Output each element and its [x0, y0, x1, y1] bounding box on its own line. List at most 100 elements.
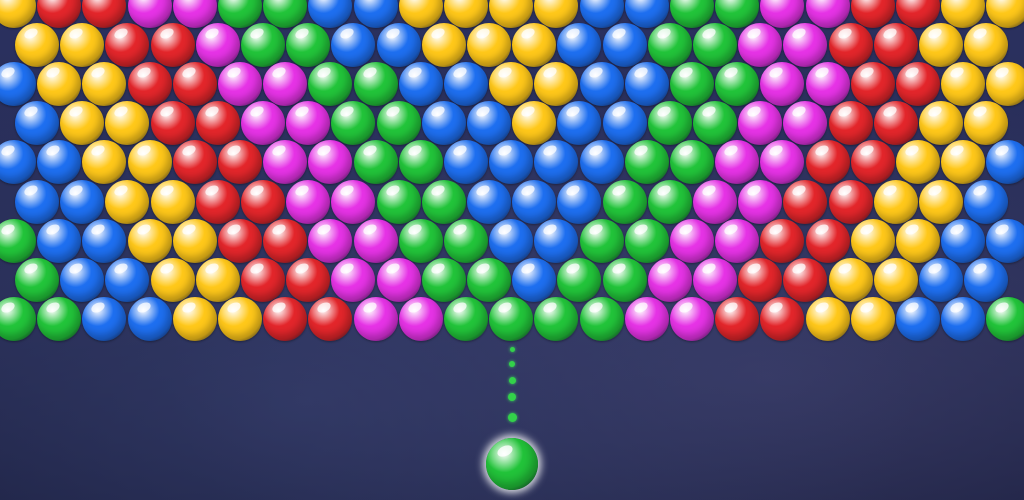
bubble-magenta: [263, 62, 308, 107]
bubble-blue: [964, 257, 1009, 302]
bubble-red: [873, 23, 918, 68]
bubble-yellow: [195, 257, 240, 302]
bubble-green: [353, 62, 398, 107]
bubble-blue: [105, 257, 150, 302]
bubble-green: [602, 257, 647, 302]
bubble-yellow: [919, 179, 963, 224]
bubble-blue: [0, 62, 36, 107]
bubble-yellow: [896, 218, 940, 263]
bubble-yellow: [150, 179, 195, 224]
bubble-yellow: [941, 140, 986, 185]
bubble-green: [376, 101, 421, 146]
bubble-blue: [37, 218, 82, 263]
shooter-bubble[interactable]: [486, 438, 538, 490]
bubble-yellow: [82, 62, 127, 107]
bubble-red: [715, 296, 760, 341]
bubble-magenta: [670, 296, 714, 341]
bubble-green: [15, 257, 59, 302]
bubble-yellow: [512, 101, 557, 146]
bubble-yellow: [986, 62, 1024, 107]
bubble-blue: [376, 23, 421, 68]
game-board[interactable]: [0, 0, 1024, 500]
bubble-blue: [557, 179, 602, 224]
bubble-red: [873, 101, 918, 146]
bubble-red: [828, 179, 873, 224]
bubble-blue: [444, 62, 488, 107]
bubble-yellow: [873, 257, 918, 302]
bubble-red: [308, 296, 353, 341]
bubble-red: [805, 218, 850, 263]
bubble-yellow: [60, 101, 105, 146]
bubble-yellow: [489, 62, 534, 107]
bubble-yellow: [805, 296, 850, 341]
bubble-blue: [0, 140, 36, 185]
bubble-red: [105, 23, 150, 68]
bubble-yellow: [941, 62, 986, 107]
bubble-magenta: [715, 140, 760, 185]
bubble-green: [489, 296, 534, 341]
bubble-yellow: [127, 218, 172, 263]
bubble-red: [150, 101, 195, 146]
bubble-blue: [986, 140, 1024, 185]
bubble-green: [353, 140, 398, 185]
bubble-blue: [896, 296, 940, 341]
bubble-green: [308, 62, 353, 107]
bubble-green: [37, 296, 82, 341]
bubble-magenta: [398, 296, 443, 341]
bubble-grid[interactable]: [0, 0, 1024, 350]
bubble-blue: [986, 218, 1024, 263]
bubble-red: [738, 257, 783, 302]
bubble-blue: [557, 23, 602, 68]
bubble-red: [828, 101, 873, 146]
bubble-blue: [467, 101, 511, 146]
bubble-magenta: [195, 23, 240, 68]
bubble-blue: [489, 140, 534, 185]
bubble-blue: [421, 101, 466, 146]
bubble-green: [444, 296, 488, 341]
bubble-green: [557, 257, 602, 302]
bubble-magenta: [783, 23, 828, 68]
bubble-red: [286, 257, 331, 302]
bubble-blue: [444, 140, 488, 185]
bubble-green: [376, 179, 421, 224]
bubble-green: [398, 140, 443, 185]
bubble-red: [263, 296, 308, 341]
bubble-green: [444, 218, 488, 263]
bubble-yellow: [534, 62, 579, 107]
bubble-yellow: [105, 101, 150, 146]
bubble-red: [760, 296, 805, 341]
bubble-red: [263, 218, 308, 263]
bubble-magenta: [693, 179, 737, 224]
bubble-blue: [489, 218, 534, 263]
bubble-magenta: [331, 179, 376, 224]
bubble-green: [647, 101, 692, 146]
bubble-magenta: [760, 140, 805, 185]
bubble-yellow: [421, 23, 466, 68]
bubble-yellow: [150, 257, 195, 302]
bubble-green: [624, 140, 669, 185]
bubble-blue: [60, 179, 105, 224]
bubble-magenta: [241, 101, 285, 146]
bubble-blue: [15, 179, 59, 224]
bubble-red: [241, 257, 285, 302]
aim-dot: [508, 393, 516, 401]
bubble-magenta: [805, 62, 850, 107]
bubble-blue: [60, 257, 105, 302]
bubble-blue: [82, 218, 127, 263]
bubble-magenta: [738, 101, 783, 146]
bubble-yellow: [919, 101, 963, 146]
bubble-red: [805, 140, 850, 185]
bubble-green: [579, 296, 624, 341]
bubble-blue: [624, 62, 669, 107]
bubble-magenta: [353, 218, 398, 263]
bubble-blue: [534, 218, 579, 263]
bubble-green: [421, 257, 466, 302]
bubble-green: [467, 257, 511, 302]
bubble-green: [241, 23, 285, 68]
bubble-magenta: [693, 257, 737, 302]
bubble-red: [783, 179, 828, 224]
bubble-magenta: [760, 62, 805, 107]
bubble-green: [670, 62, 714, 107]
bubble-yellow: [127, 140, 172, 185]
bubble-magenta: [286, 101, 331, 146]
